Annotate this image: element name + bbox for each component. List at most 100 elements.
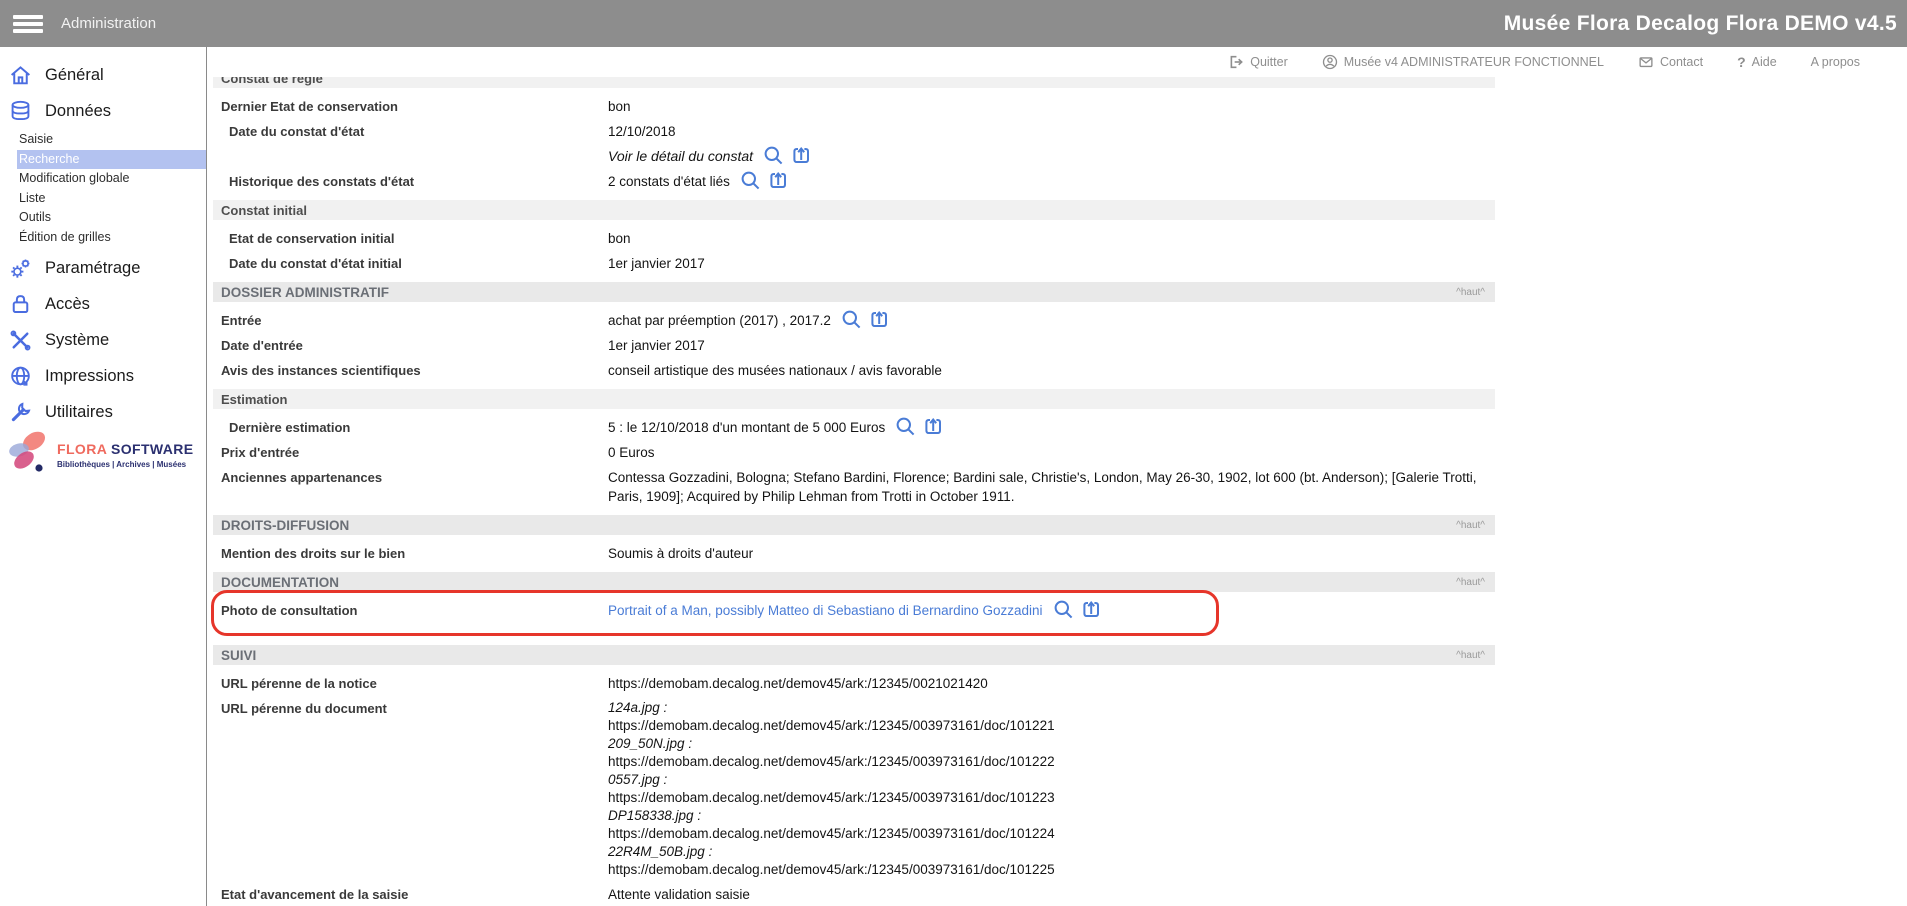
main-area: Quitter Musée v4 ADMINISTRATEUR FONCTIONN…: [207, 47, 1907, 906]
section-title: Constat initial: [221, 203, 307, 218]
globe-icon: [8, 364, 33, 389]
field-row-etat-de-conservation-initial: Etat de conservation initialbon: [213, 226, 1495, 251]
magnifier-icon[interactable]: [841, 309, 862, 330]
sidebar-subitem-edition-de-grilles[interactable]: Édition de grilles: [17, 228, 206, 248]
logo-tagline: Bibliothèques | Archives | Musées: [57, 460, 194, 469]
sidebar-subitem-saisie[interactable]: Saisie: [17, 130, 206, 150]
row-action-icons: [1053, 599, 1102, 620]
field-row-derniere-estimation: Dernière estimation5 : le 12/10/2018 d'u…: [213, 415, 1495, 440]
section-title: DROITS-DIFFUSION: [221, 518, 349, 533]
field-value: Portrait of a Man, possibly Matteo di Se…: [608, 601, 1495, 620]
sidebar-subitem-modification-globale[interactable]: Modification globale: [17, 169, 206, 189]
sidebar-item-acces[interactable]: Accès: [0, 288, 206, 321]
field-value-text: Contessa Gozzadini, Bologna; Stefano Bar…: [608, 468, 1495, 506]
home-icon: [8, 63, 33, 88]
row-action-icons: [740, 170, 789, 191]
logo-wordmark: FLORA SOFTWARE: [57, 441, 194, 457]
document-url: https://demobam.decalog.net/demov45/ark:…: [608, 861, 1495, 879]
field-value-text: Voir le détail du constat: [608, 147, 753, 166]
field-row-photo-de-consultation: Photo de consultationPortrait of a Man, …: [213, 598, 1495, 623]
open-record-icon[interactable]: [869, 309, 890, 330]
userbar-contact[interactable]: Contact: [1638, 54, 1703, 70]
userbar-musee-v4-administrateur-fonctionnel[interactable]: Musée v4 ADMINISTRATEUR FONCTIONNEL: [1322, 54, 1604, 70]
field-value-text: bon: [608, 229, 631, 248]
back-to-top-link[interactable]: ^haut^: [1456, 520, 1485, 531]
record-link[interactable]: Portrait of a Man, possibly Matteo di Se…: [608, 601, 1043, 620]
sidebar-item-parametrage[interactable]: Paramétrage: [0, 252, 206, 285]
field-value: Soumis à droits d'auteur: [608, 544, 1495, 563]
field-row-date-d-entree: Date d'entrée1er janvier 2017: [213, 333, 1495, 358]
sidebar-item-label: Paramétrage: [45, 259, 140, 278]
magnifier-icon[interactable]: [740, 170, 761, 191]
sidebar-subitem-outils[interactable]: Outils: [17, 208, 206, 228]
section-header-suivi: SUIVI^haut^: [213, 645, 1495, 665]
field-label: Date du constat d'état: [213, 122, 608, 141]
sidebar-item-impressions[interactable]: Impressions: [0, 360, 206, 393]
field-row-detail: Voir le détail du constat: [213, 144, 1495, 169]
field-row-prix-d-entree: Prix d'entrée0 Euros: [213, 440, 1495, 465]
sidebar-item-utilitaires[interactable]: Utilitaires: [0, 396, 206, 429]
field-label: Etat d'avancement de la saisie: [213, 885, 608, 904]
row-action-icons: [895, 416, 944, 437]
field-value-text: conseil artistique des musées nationaux …: [608, 361, 942, 380]
sidebar: Général DonnéesSaisieRechercheModificatio…: [0, 47, 207, 906]
field-row-date-du-constat-d-etat-initial: Date du constat d'état initial1er janvie…: [213, 251, 1495, 276]
magnifier-icon[interactable]: [895, 416, 916, 437]
userbar-a-propos[interactable]: A propos: [1811, 55, 1860, 69]
userbar-quitter[interactable]: Quitter: [1228, 54, 1288, 70]
section-title: Constat de règle: [221, 77, 323, 86]
section-header-dossier-administratif: DOSSIER ADMINISTRATIF ^haut^: [213, 282, 1495, 302]
field-row-dernier-etat-de-conservation: Dernier Etat de conservationbon: [213, 94, 1495, 119]
open-record-icon[interactable]: [768, 170, 789, 191]
document-filename: 22R4M_50B.jpg :: [608, 843, 1495, 861]
field-value-text: 0 Euros: [608, 443, 655, 462]
lock-icon: [8, 292, 33, 317]
sidebar-subitem-liste[interactable]: Liste: [17, 189, 206, 209]
sidebar-item-label: Général: [45, 66, 104, 85]
section-title: DOSSIER ADMINISTRATIF: [221, 285, 389, 300]
top-bar: Administration Musée Flora Decalog Flora…: [0, 0, 1907, 47]
document-url: https://demobam.decalog.net/demov45/ark:…: [608, 717, 1495, 735]
field-label: Dernière estimation: [213, 418, 608, 437]
sidebar-item-label: Impressions: [45, 367, 134, 386]
document-filename: DP158338.jpg :: [608, 807, 1495, 825]
magnifier-icon[interactable]: [1053, 599, 1074, 620]
field-label: Photo de consultation: [213, 601, 608, 620]
field-value: 0 Euros: [608, 443, 1495, 462]
open-record-icon[interactable]: [923, 416, 944, 437]
tools-icon: [8, 328, 33, 353]
field-label: Prix d'entrée: [213, 443, 608, 462]
field-row-mention-des-droits-sur-le-bien: Mention des droits sur le bienSoumis à d…: [213, 541, 1495, 566]
section-title: DOCUMENTATION: [221, 575, 339, 590]
field-row-etat-d-avancement-de-la-saisie: Etat d'avancement de la saisieAttente va…: [213, 882, 1495, 906]
field-value: achat par préemption (2017) , 2017.2: [608, 311, 1495, 330]
app-title: Musée Flora Decalog Flora DEMO v4.5: [1504, 12, 1897, 36]
field-value-text: achat par préemption (2017) , 2017.2: [608, 311, 831, 330]
sidebar-subitem-recherche[interactable]: Recherche: [17, 150, 206, 170]
sidebar-item-systeme[interactable]: Système: [0, 324, 206, 357]
open-record-icon[interactable]: [791, 145, 812, 166]
open-record-icon[interactable]: [1081, 599, 1102, 620]
field-value-text: https://demobam.decalog.net/demov45/ark:…: [608, 674, 988, 693]
userbar-label: Quitter: [1250, 55, 1288, 69]
back-to-top-link[interactable]: ^haut^: [1456, 287, 1485, 298]
flora-butterfly-icon: [8, 427, 50, 482]
hamburger-menu-icon[interactable]: [13, 12, 43, 36]
field-label: Mention des droits sur le bien: [213, 544, 608, 563]
field-value: Attente validation saisie: [608, 885, 1495, 904]
back-to-top-link[interactable]: ^haut^: [1456, 577, 1485, 588]
field-value: 124a.jpg :https://demobam.decalog.net/de…: [608, 699, 1495, 879]
back-to-top-link[interactable]: ^haut^: [1456, 650, 1485, 661]
sidebar-item-label: Système: [45, 331, 109, 350]
field-label: Historique des constats d'état: [213, 172, 608, 191]
sidebar-item-general[interactable]: Général: [0, 59, 206, 92]
userbar-aide[interactable]: ?Aide: [1737, 54, 1777, 70]
section-header-constat-initial: Constat initial: [213, 200, 1495, 220]
magnifier-icon[interactable]: [763, 145, 784, 166]
spacer: [213, 623, 1907, 639]
sidebar-item-donnees[interactable]: Données: [0, 95, 206, 128]
row-action-icons: [763, 145, 812, 166]
section-header-droits-diffusion: DROITS-DIFFUSION ^haut^: [213, 515, 1495, 535]
field-value-text: 1er janvier 2017: [608, 336, 705, 355]
field-value: 5 : le 12/10/2018 d'un montant de 5 000 …: [608, 418, 1495, 437]
